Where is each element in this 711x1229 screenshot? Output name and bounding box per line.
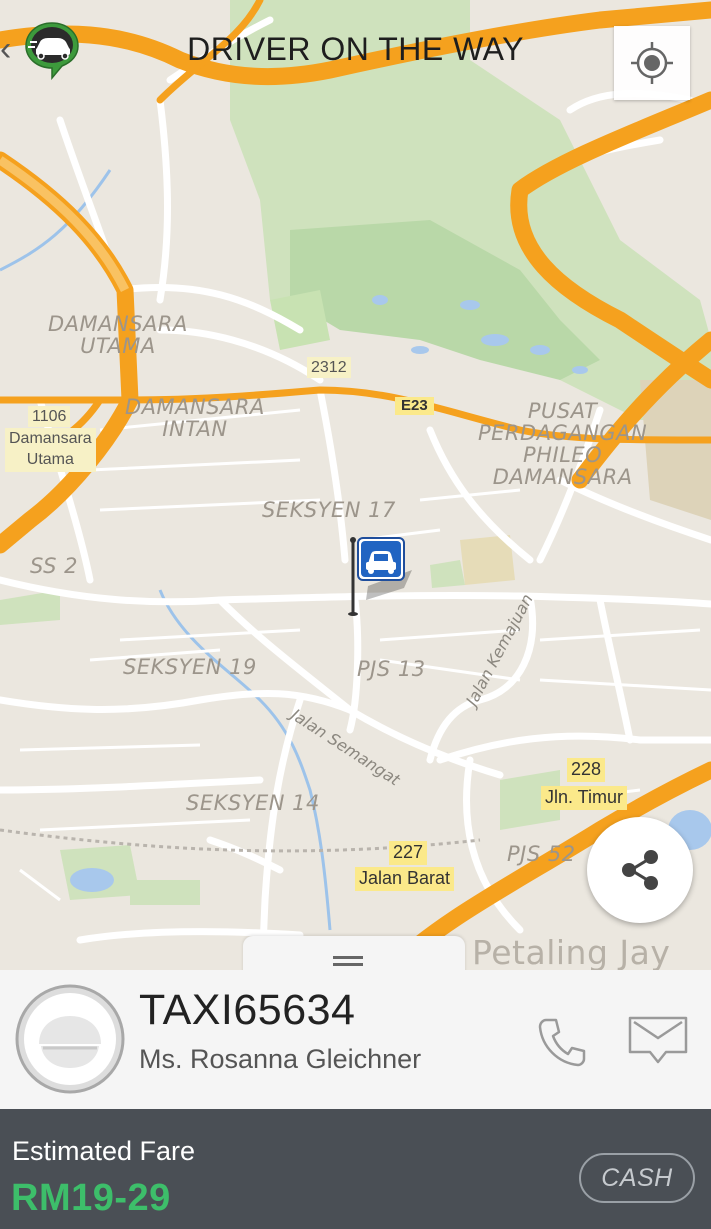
share-icon: [622, 850, 658, 890]
area-label-pusat-perdagangan: PUSAT PERDAGANGAN PHILEO DAMANSARA: [478, 400, 647, 488]
area-label-petaling-jaya: Petaling Jay: [472, 933, 671, 970]
drag-handle-line: [333, 956, 363, 959]
route-shield-e23: E23: [395, 397, 434, 415]
area-label-damansara-utama: DAMANSARA UTAMA: [48, 313, 188, 357]
drag-handle-line: [333, 963, 363, 966]
route-shield-1106: 1106: [28, 406, 71, 428]
area-label-text: DAMANSARA INTAN: [125, 395, 265, 442]
area-label-text: PUSAT PERDAGANGAN PHILEO DAMANSARA: [478, 399, 648, 490]
area-label-damansara-intan: DAMANSARA INTAN: [125, 396, 265, 440]
taxi-plate-number: TAXI65634: [139, 986, 356, 1034]
route-label-jln-timur: Jln. Timur: [541, 786, 628, 810]
taxi-location-pin-icon[interactable]: [346, 536, 412, 620]
share-button[interactable]: [587, 817, 693, 923]
driver-info-panel: TAXI65634 Ms. Rosanna Gleichner: [0, 970, 711, 1109]
phone-icon[interactable]: [534, 1014, 590, 1070]
fare-panel: Estimated Fare RM19-29 CASH: [0, 1109, 711, 1229]
message-icon[interactable]: [626, 1014, 690, 1066]
area-label-text: DAMANSARA UTAMA: [48, 312, 188, 359]
estimated-fare-label: Estimated Fare: [12, 1136, 196, 1166]
area-label-seksyen-14: SEKSYEN 14: [186, 791, 320, 815]
route-shield-227: 227: [389, 841, 428, 865]
locate-me-button[interactable]: [614, 26, 690, 100]
route-shield-228: 228: [567, 758, 606, 782]
route-label-damansara-utama: Damansara Utama: [5, 428, 96, 472]
route-shield-2312: 2312: [307, 357, 351, 379]
area-label-seksyen-17: SEKSYEN 17: [262, 498, 396, 522]
route-label-jalan-barat: Jalan Barat: [355, 867, 455, 891]
top-bar: ‹ DRIVER ON THE WAY: [0, 0, 711, 100]
area-label-pjs-13: PJS 13: [357, 657, 426, 681]
estimated-fare-value: RM19-29: [11, 1177, 171, 1219]
area-label-seksyen-19: SEKSYEN 19: [123, 655, 257, 679]
page-title: DRIVER ON THE WAY: [187, 31, 524, 67]
gps-target-icon: [631, 42, 673, 84]
driver-name: Ms. Rosanna Gleichner: [139, 1044, 422, 1074]
payment-method-button[interactable]: CASH: [579, 1153, 695, 1203]
area-label-pjs-52: PJS 52: [507, 842, 576, 866]
area-label-ss2: SS 2: [30, 554, 78, 578]
driver-avatar: [15, 984, 125, 1094]
